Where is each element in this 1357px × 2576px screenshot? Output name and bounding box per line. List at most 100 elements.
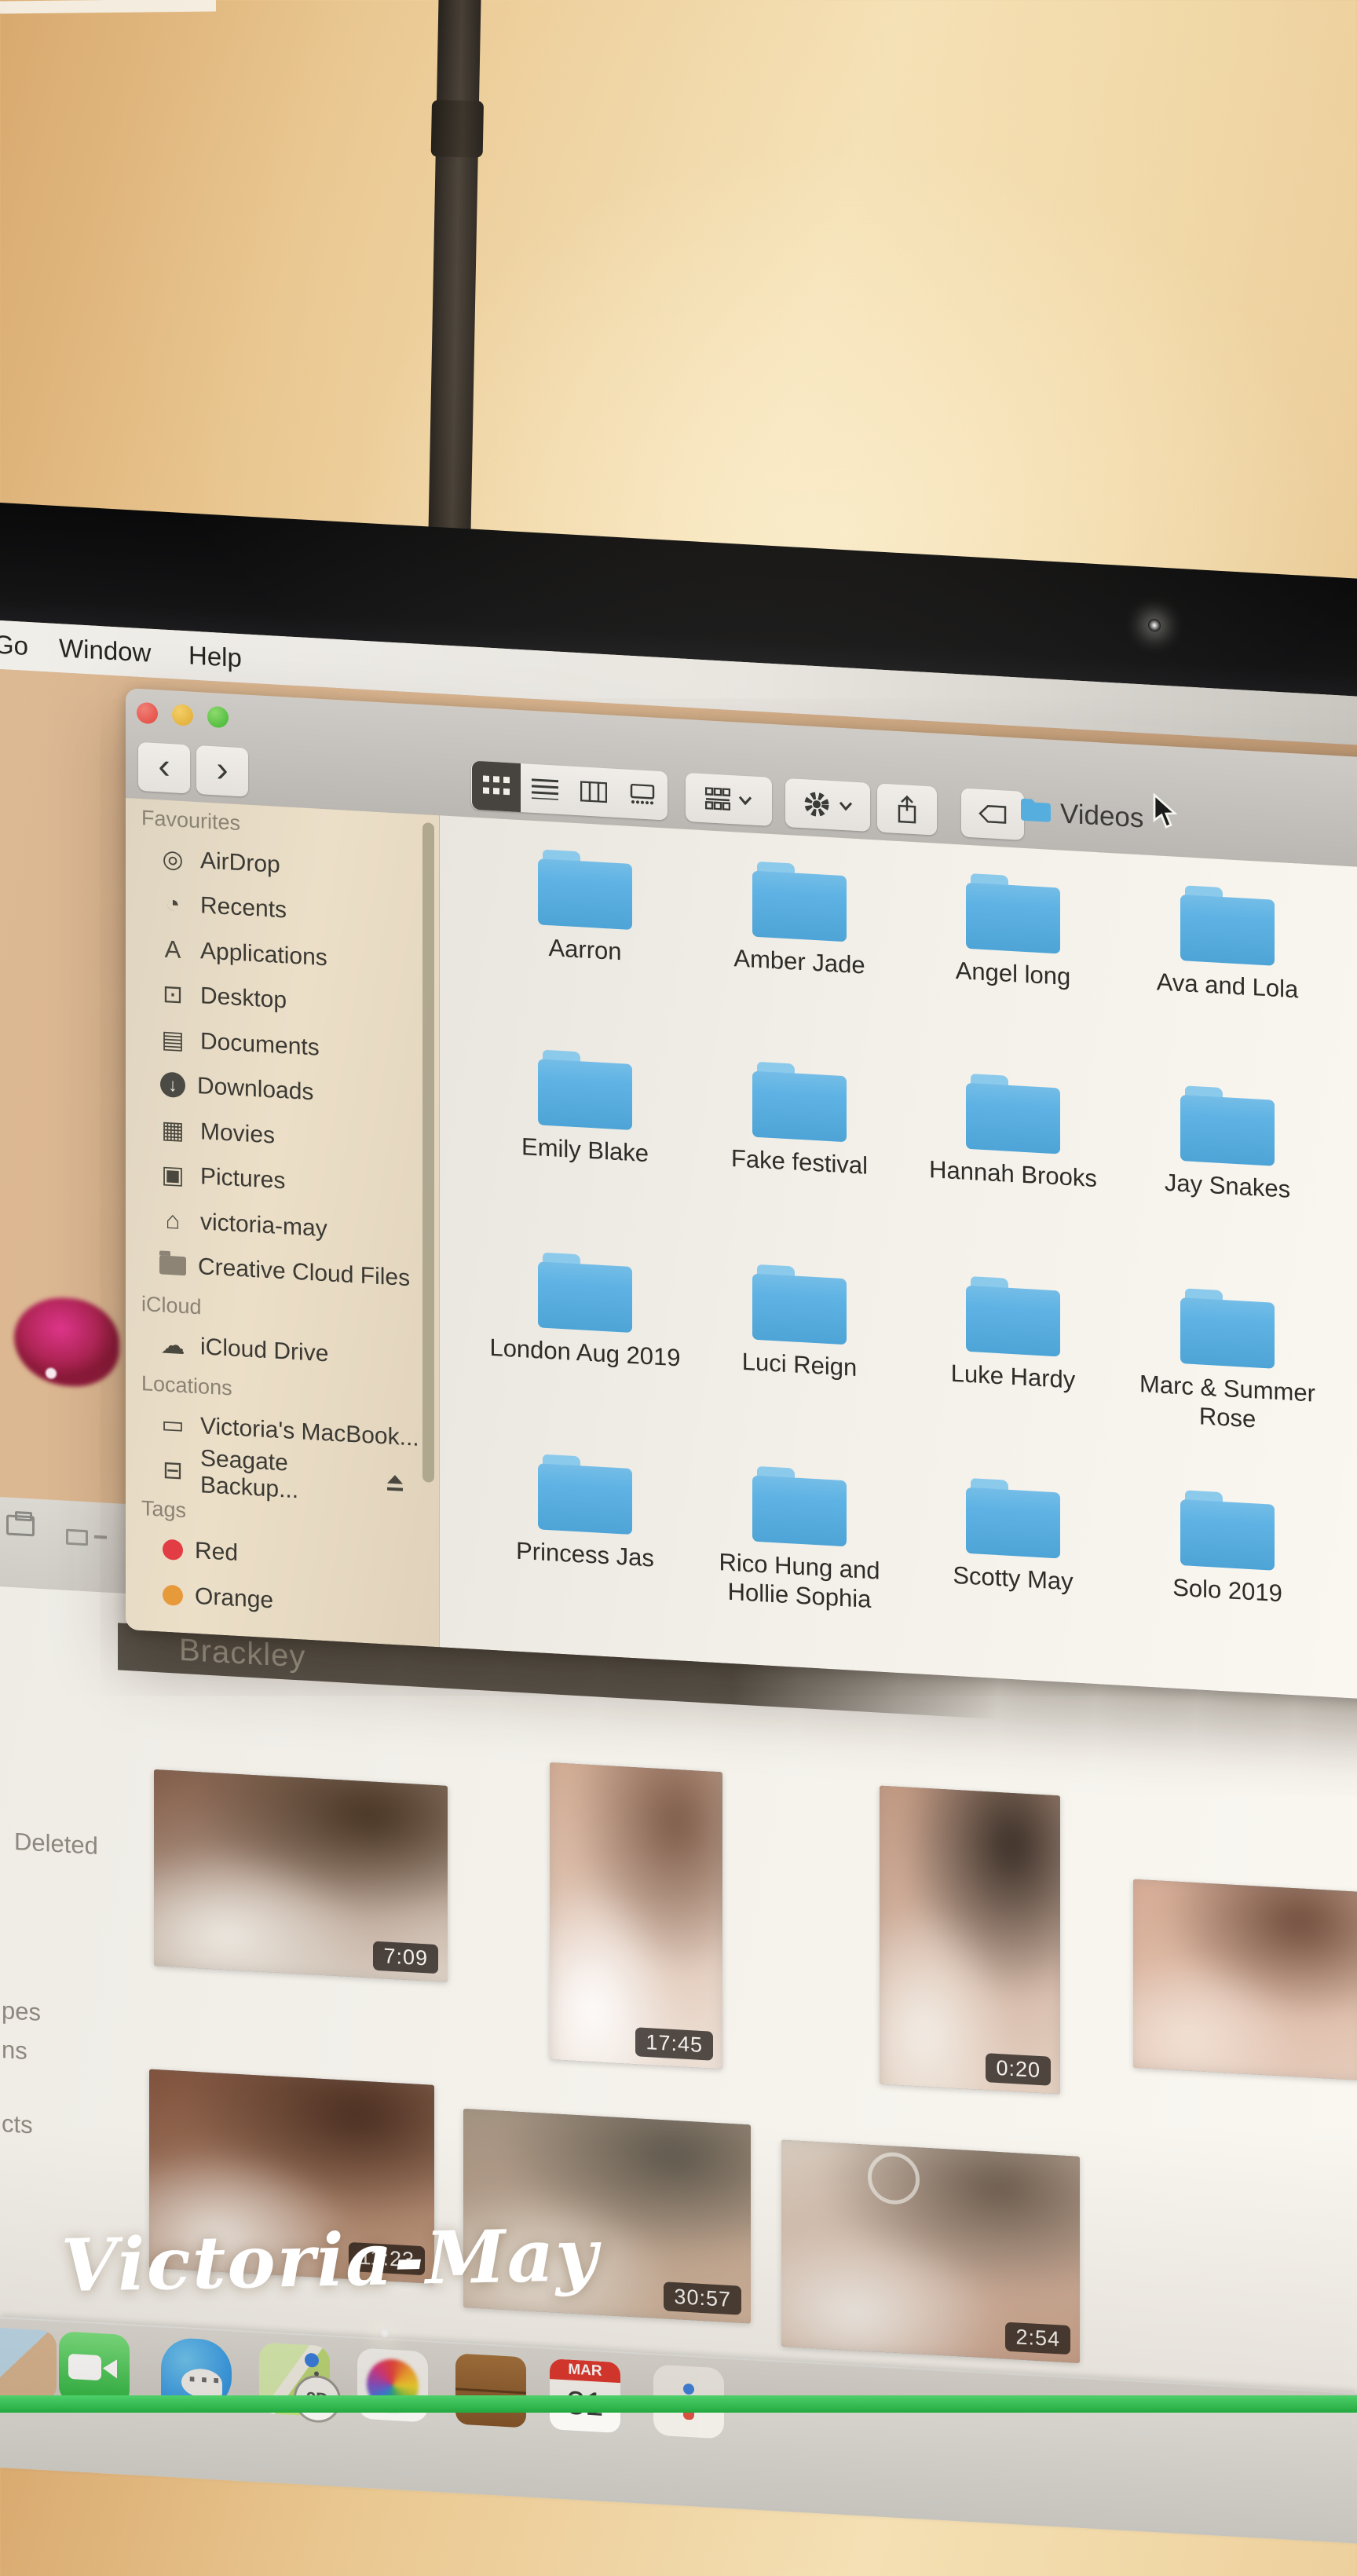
minimize-button[interactable] [172,704,193,726]
dock-icon-facetime[interactable] [59,2331,130,2406]
folder-icon [966,873,1060,956]
finder-window[interactable]: ‹ › [126,688,1357,1731]
ringlight-reflection [1148,619,1161,632]
forward-button[interactable]: › [196,745,248,797]
share-button[interactable] [877,783,937,835]
dock-icon-notes[interactable] [455,2353,526,2428]
folder-marc-summer-rose[interactable]: Marc & Summer Rose [1125,1285,1330,1438]
folder-label: Fake festival [697,1142,902,1183]
video-thumbnail[interactable] [1133,1879,1357,2080]
close-button[interactable] [137,702,158,725]
wallpaper-pink-dot [46,1367,57,1379]
thumbnail-image-blurred [880,1786,1060,2095]
folder-hannah-brooks[interactable]: Hannah Brooks [911,1070,1115,1195]
folder-label: Princess Jas [483,1534,687,1575]
folder-icon [966,1074,1060,1156]
sidebar-item-label: AirDrop [200,847,280,879]
thumbnail-image-blurred [1133,1879,1357,2080]
documents-icon: ▤ [157,1025,188,1055]
eject-icon[interactable] [385,1474,403,1491]
folder-label: Rico Hung and Hollie Sophia [697,1546,902,1616]
menu-go[interactable]: Go [0,630,28,661]
folder-icon [538,1252,632,1334]
menu-help[interactable]: Help [188,640,242,673]
folder-icon [538,1454,632,1536]
folder-ava-and-lola[interactable]: Ava and Lola [1125,882,1330,1006]
mouse-cursor [1151,793,1183,831]
watermark-text: Victoria-May [60,2212,600,2308]
folder-luci-reign[interactable]: Luci Reign [697,1261,902,1385]
sidebar-scrollbar[interactable] [422,822,434,1483]
coverflow-view-button[interactable] [618,769,667,820]
window-icon [6,1514,35,1536]
actions-button[interactable] [785,778,870,832]
folder-icon [966,1478,1060,1561]
back-button[interactable]: ‹ [138,742,190,794]
folder-amber-jade[interactable]: Amber Jade [697,858,902,982]
folder-aarron[interactable]: Aarron [483,846,687,970]
menu-window[interactable]: Window [59,633,151,668]
video-thumbnail[interactable]: 2:54 [781,2140,1080,2363]
page-side-label[interactable]: cts [2,2109,33,2139]
folder-label: Luke Hardy [911,1356,1115,1397]
folder-icon [966,1276,1060,1359]
sidebar-item-label: victoria-may [200,1209,327,1242]
video-thumbnail[interactable]: 7:09 [154,1769,448,1982]
folder-label: Solo 2019 [1125,1570,1330,1611]
folder-luke-hardy[interactable]: Luke Hardy [911,1273,1115,1397]
recents-icon: ◔ [157,889,188,919]
video-duration-badge: 17:45 [635,2027,713,2061]
dock-icon-finder[interactable] [0,2327,57,2402]
page-side-label[interactable]: ns [2,2036,27,2066]
lamp-pole [428,0,481,540]
folder-label: Scotty May [911,1558,1115,1599]
sidebar-item-label: Red [195,1538,238,1567]
view-switcher [471,761,668,821]
thumbnail-image-blurred [550,1762,722,2069]
sidebar-item-label: Pictures [200,1164,285,1195]
folder-princess-jas[interactable]: Princess Jas [483,1451,687,1575]
folder-icon [752,1466,847,1549]
page-header-title: Brackley [179,1633,305,1675]
ringlight-reflection-dock [379,2327,391,2340]
sidebar-item-label: Movies [200,1118,275,1149]
folder-label: London Aug 2019 [483,1332,687,1373]
dot-icon [163,1584,183,1605]
folder-scotty-may[interactable]: Scotty May [911,1475,1115,1599]
group-by-button[interactable] [686,773,772,826]
folder-label: Ava and Lola [1125,965,1330,1006]
list-view-button[interactable] [521,763,569,814]
folder-angel-long[interactable]: Angel long [911,870,1115,994]
page-side-label[interactable]: pes [2,1996,41,2027]
photo-of-macbook-screen: { "colors": { "folder_blue": "#5fb3e4", … [0,0,1357,2413]
folder-icon [1180,1490,1275,1572]
folder-label: Luci Reign [697,1345,902,1385]
folder-icon [752,1264,847,1347]
finder-sidebar: Favourites◎AirDrop◔RecentsAApplications⊡… [126,798,440,1647]
ceiling-sliver [0,0,216,13]
folder-jay-snakes[interactable]: Jay Snakes [1125,1082,1330,1206]
folder-solo-2019[interactable]: Solo 2019 [1125,1487,1330,1611]
applications-icon: A [157,935,188,964]
column-view-button[interactable] [569,767,618,818]
folder-fake-festival[interactable]: Fake festival [697,1059,902,1183]
tag-button[interactable] [961,788,1024,840]
sidebar-item-label: Desktop [200,983,287,1015]
zoom-button[interactable] [207,706,229,729]
folder-label: Jay Snakes [1125,1165,1330,1206]
folder-label: Angel long [911,953,1115,994]
video-thumbnail[interactable]: 17:45 [550,1762,722,2069]
folder-emily-blake[interactable]: Emily Blake [483,1046,687,1170]
video-thumbnail[interactable]: 0:20 [880,1786,1060,2095]
folder-london-aug-2019[interactable]: London Aug 2019 [483,1249,687,1373]
folder-label: Emily Blake [483,1129,687,1170]
video-duration-badge: 2:54 [1005,2322,1070,2355]
folder-icon [538,849,632,931]
laptop-icon: ▭ [157,1410,188,1440]
icon-view-button[interactable] [472,761,521,812]
page-side-label[interactable]: Deleted [14,1828,98,1861]
panel-icon [66,1529,88,1546]
sidebar-item-label: Seagate Backup... [200,1445,373,1508]
folder-rico-hung-and-hollie-sophia[interactable]: Rico Hung and Hollie Sophia [697,1463,902,1616]
sidebar-item-label: Downloads [197,1073,313,1106]
